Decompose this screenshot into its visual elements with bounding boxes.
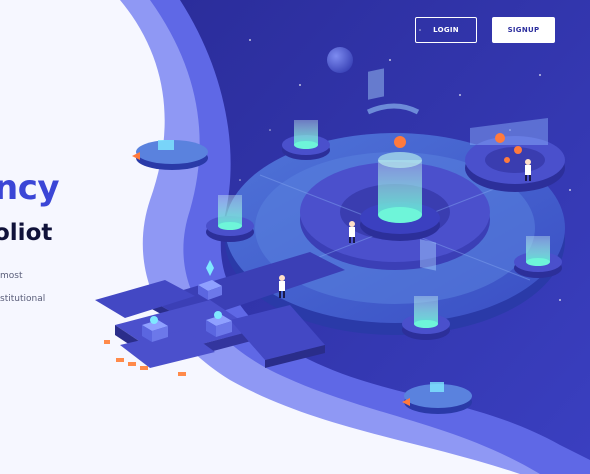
hero-text-block: ncy oliot most stitutional xyxy=(0,0,160,474)
hero-description-line-2: stitutional xyxy=(0,294,46,304)
planet-icon xyxy=(327,47,353,73)
signup-button[interactable]: SIGNUP xyxy=(492,17,555,43)
hero-title: ncy xyxy=(0,168,60,208)
landing-page: ncy oliot most stitutional LOGIN SIGNUP xyxy=(0,0,590,474)
hero-subtitle: oliot xyxy=(0,220,53,246)
login-button[interactable]: LOGIN xyxy=(415,17,477,43)
hero-description-line-1: most xyxy=(0,271,23,281)
